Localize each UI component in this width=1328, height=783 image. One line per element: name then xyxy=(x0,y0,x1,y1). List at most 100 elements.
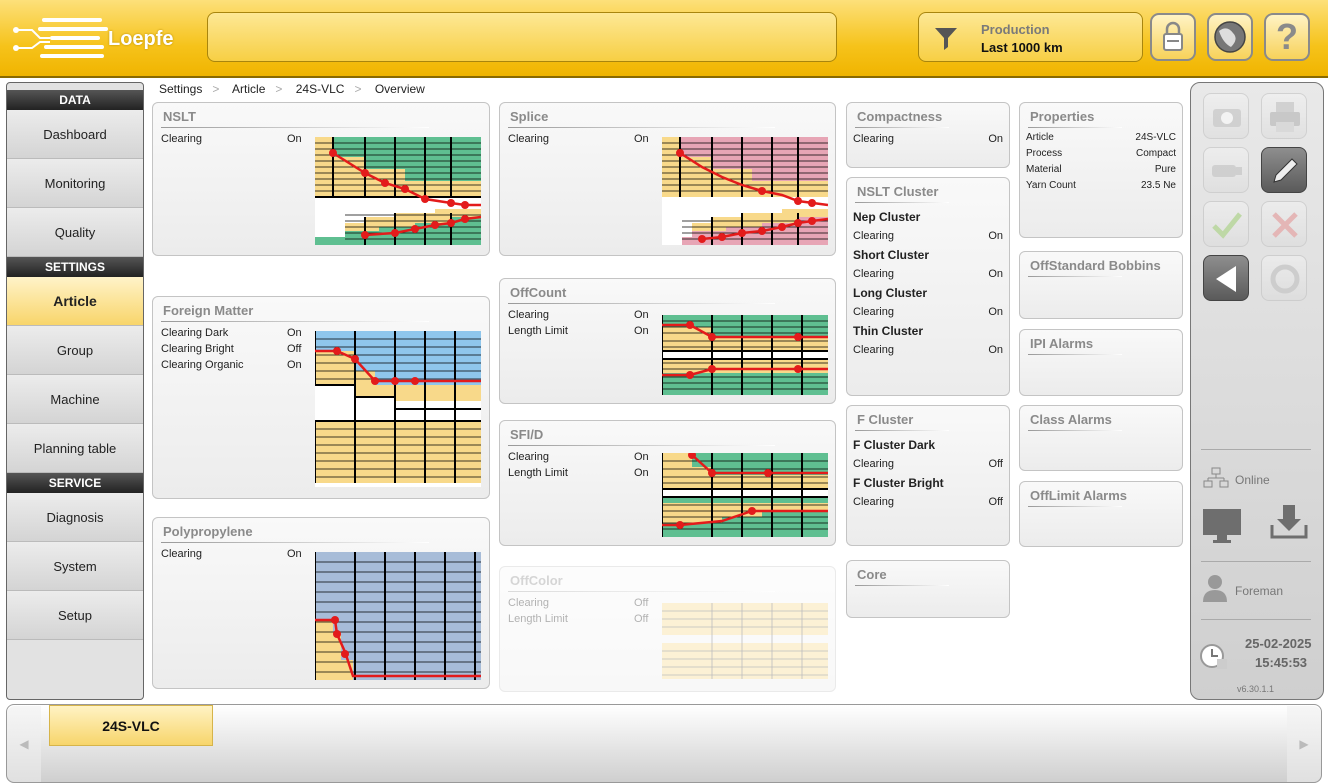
usb-icon xyxy=(1212,165,1242,177)
top-message-field[interactable] xyxy=(207,12,837,62)
nav-item-setup[interactable]: Setup xyxy=(7,591,143,640)
cluster-name: Short Cluster xyxy=(853,248,930,262)
close-icon xyxy=(1272,212,1298,238)
panel-title: OffStandard Bobbins xyxy=(1030,258,1161,273)
panel-title: IPI Alarms xyxy=(1030,336,1094,351)
pencil-icon xyxy=(1273,158,1298,183)
globe-icon xyxy=(1214,21,1246,53)
breadcrumb-overview: Overview xyxy=(374,82,425,96)
logo-circuit-icon xyxy=(13,27,50,51)
panel-title: Core xyxy=(857,567,887,582)
sfid-panel[interactable]: SFI/D Clearing On Length Limit On xyxy=(499,420,836,546)
panel-title: NSLT xyxy=(163,109,196,124)
f-cluster-panel[interactable]: F Cluster F Cluster Dark Clearing Off F C… xyxy=(846,405,1010,546)
help-button[interactable]: ? xyxy=(1264,13,1310,61)
cancel-button[interactable] xyxy=(1261,201,1307,247)
nav-header-data: DATA xyxy=(7,90,143,110)
nav-item-quality[interactable]: Quality xyxy=(7,208,143,257)
right-toolbar: Online Foreman 25-02-2025 15:45:53 v6.30… xyxy=(1190,82,1324,700)
nslt-cluster-panel[interactable]: NSLT Cluster Nep Cluster Clearing On Shor… xyxy=(846,177,1010,396)
nav-header-service: SERVICE xyxy=(7,473,143,493)
user-icon xyxy=(1203,575,1227,602)
setting-row: Length Limit Off xyxy=(508,613,649,625)
network-icon xyxy=(1203,467,1229,488)
production-filter-button[interactable]: Production Last 1000 km xyxy=(918,12,1143,62)
download-icon[interactable] xyxy=(1269,503,1309,541)
nav-item-system[interactable]: System xyxy=(7,542,143,591)
property-row: Yarn Count 23.5 Ne xyxy=(1026,180,1176,191)
setting-row: Length Limit On xyxy=(508,325,649,337)
lock-button[interactable] xyxy=(1150,13,1196,61)
nav-item-diagnosis[interactable]: Diagnosis xyxy=(7,493,143,542)
property-row: Material Pure xyxy=(1026,164,1176,175)
back-arrow-icon xyxy=(1216,266,1236,292)
ipi-alarms-panel[interactable]: IPI Alarms xyxy=(1019,329,1183,396)
help-wheel-button[interactable] xyxy=(1261,255,1307,301)
offcount-panel[interactable]: OffCount Clearing On Length Limit On xyxy=(499,278,836,404)
panel-title: Class Alarms xyxy=(1030,412,1112,427)
nav-header-settings: SETTINGS xyxy=(7,257,143,277)
setting-row: Clearing On xyxy=(161,133,302,145)
cluster-name: Nep Cluster xyxy=(853,210,921,224)
scroll-left-button[interactable]: ◀ xyxy=(7,706,41,782)
monitor-icon[interactable] xyxy=(1201,505,1245,545)
properties-panel[interactable]: Properties Article 24S-VLC Process Compact… xyxy=(1019,102,1183,238)
polypropylene-panel[interactable]: Polypropylene Clearing On xyxy=(152,517,490,689)
setting-row: Clearing Off xyxy=(853,458,1003,470)
panel-title: Splice xyxy=(510,109,549,124)
panel-title: Polypropylene xyxy=(163,524,253,539)
setting-row: Clearing On xyxy=(508,309,649,321)
production-value: Last 1000 km xyxy=(981,40,1063,55)
setting-row: Clearing On xyxy=(853,230,1003,242)
breadcrumb-article[interactable]: Article xyxy=(232,82,265,96)
class-alarms-panel[interactable]: Class Alarms xyxy=(1019,405,1183,471)
clock-icon xyxy=(1200,644,1227,669)
offcount-chart xyxy=(662,315,828,395)
setting-row: Clearing On xyxy=(853,306,1003,318)
scroll-right-button[interactable]: ▶ xyxy=(1287,706,1321,782)
check-icon xyxy=(1212,212,1242,239)
breadcrumb-settings[interactable]: Settings xyxy=(159,82,202,96)
production-label: Production xyxy=(981,22,1050,37)
setting-row: Clearing On xyxy=(853,268,1003,280)
confirm-button[interactable] xyxy=(1203,201,1249,247)
camera-button[interactable] xyxy=(1203,93,1249,139)
article-tab[interactable]: 24S-VLC xyxy=(49,705,213,746)
nav-item-group[interactable]: Group xyxy=(7,326,143,375)
nav-item-monitoring[interactable]: Monitoring xyxy=(7,159,143,208)
nav-item-article[interactable]: Article xyxy=(7,277,143,326)
setting-row: Clearing On xyxy=(853,344,1003,356)
filter-icon xyxy=(935,28,957,50)
nav-item-planning-table[interactable]: Planning table xyxy=(7,424,143,473)
setting-row: Length Limit On xyxy=(508,467,649,479)
nav-item-machine[interactable]: Machine xyxy=(7,375,143,424)
globe-button[interactable] xyxy=(1207,13,1253,61)
offstandard-bobbins-panel[interactable]: OffStandard Bobbins xyxy=(1019,251,1183,319)
panel-title: OffLimit Alarms xyxy=(1030,488,1128,503)
offcolor-panel: OffColor Clearing Off Length Limit Off xyxy=(499,566,836,692)
left-navigation: DATA Dashboard Monitoring Quality SETTIN… xyxy=(6,82,144,700)
setting-row: Clearing Bright Off xyxy=(161,343,302,355)
foreign-matter-panel[interactable]: Foreign Matter Clearing Dark On Clearing … xyxy=(152,296,490,499)
edit-button[interactable] xyxy=(1261,147,1307,193)
breadcrumb-article-name[interactable]: 24S-VLC xyxy=(296,82,345,96)
cluster-name: F Cluster Dark xyxy=(853,438,936,452)
panel-title: Foreign Matter xyxy=(163,303,254,318)
nav-item-dashboard[interactable]: Dashboard xyxy=(7,110,143,159)
splice-panel[interactable]: Splice Clearing On xyxy=(499,102,836,256)
property-row: Process Compact xyxy=(1026,148,1176,159)
print-button[interactable] xyxy=(1261,93,1307,139)
splice-chart xyxy=(662,137,828,245)
nslt-chart xyxy=(315,137,481,245)
core-panel[interactable]: Core xyxy=(846,560,1010,618)
compactness-panel[interactable]: Compactness Clearing On xyxy=(846,102,1010,168)
back-button[interactable] xyxy=(1203,255,1249,301)
panel-title: Compactness xyxy=(857,109,943,124)
usb-button[interactable] xyxy=(1203,147,1249,193)
polypropylene-chart xyxy=(315,552,481,680)
nslt-panel[interactable]: NSLT Clearing On xyxy=(152,102,490,256)
setting-row: Clearing On xyxy=(161,548,302,560)
panel-title: OffColor xyxy=(510,573,563,588)
offcolor-chart xyxy=(662,603,828,679)
offlimit-alarms-panel[interactable]: OffLimit Alarms xyxy=(1019,481,1183,547)
